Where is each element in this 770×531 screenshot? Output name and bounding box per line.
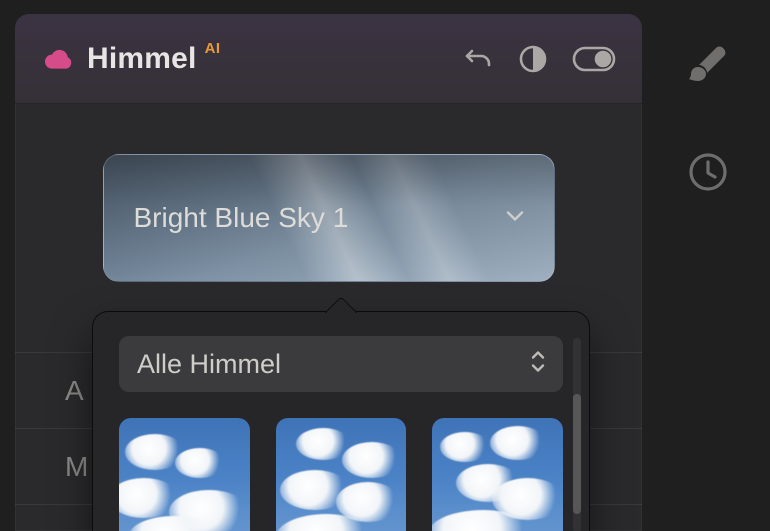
brush-tool-button[interactable]: [685, 42, 731, 93]
header-actions: [462, 43, 616, 75]
section-row-initial: A: [65, 375, 84, 407]
enable-toggle[interactable]: [572, 46, 616, 72]
sky-preset-selector[interactable]: Bright Blue Sky 1: [103, 154, 555, 282]
sky-picker-popover: Alle Himmel: [92, 311, 590, 531]
sky-thumbnail[interactable]: [119, 418, 250, 531]
sky-preset-label: Bright Blue Sky 1: [134, 202, 349, 234]
sky-category-select[interactable]: Alle Himmel: [119, 336, 563, 392]
undo-button[interactable]: [462, 43, 494, 75]
sky-thumbnail[interactable]: [432, 418, 563, 531]
sky-thumbnail-row: [119, 418, 563, 531]
panel-body: Bright Blue Sky 1: [15, 104, 642, 282]
scrollbar-thumb[interactable]: [573, 394, 581, 514]
sky-panel: Himmel AI: [15, 14, 642, 531]
history-button[interactable]: [685, 149, 731, 200]
select-updown-icon: [529, 349, 547, 380]
popover-scrollbar[interactable]: [573, 338, 581, 531]
cloud-icon: [45, 49, 73, 69]
mask-button[interactable]: [518, 44, 548, 74]
section-row-initial: M: [65, 451, 88, 483]
sky-thumbnail[interactable]: [276, 418, 407, 531]
panel-title: Himmel: [87, 42, 197, 76]
panel-header: Himmel AI: [15, 14, 642, 104]
ai-badge: AI: [205, 40, 221, 57]
chevron-down-icon: [504, 205, 526, 232]
side-toolbar: [658, 14, 758, 531]
sky-category-label: Alle Himmel: [137, 349, 281, 380]
